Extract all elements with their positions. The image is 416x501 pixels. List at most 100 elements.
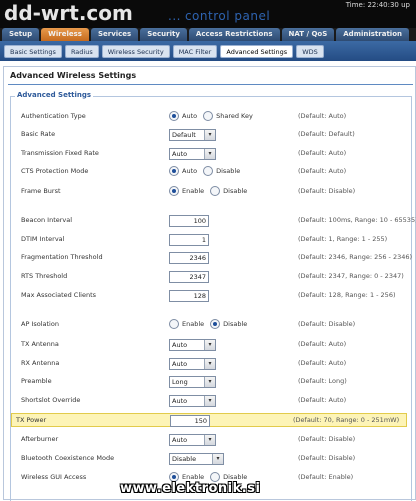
afterburner-control: Auto ▾ bbox=[169, 433, 216, 447]
cts-protection-mode-radio-auto[interactable] bbox=[169, 166, 179, 176]
ap-isolation-radio-group: Enable Disable bbox=[169, 319, 253, 329]
shortslot-override-control: Auto ▾ bbox=[169, 394, 216, 408]
subtab-wds[interactable]: WDS bbox=[296, 45, 324, 58]
subtab-mac-filter[interactable]: MAC Filter bbox=[172, 45, 218, 58]
tx-antenna-select-value: Auto bbox=[172, 341, 188, 349]
authentication-type-label: Authentication Type bbox=[21, 112, 86, 120]
frame-burst-radio-enable-label: Enable bbox=[182, 187, 205, 195]
fragmentation-threshold-label: Fragmentation Threshold bbox=[21, 253, 103, 261]
shortslot-override-default-hint: (Default: Auto) bbox=[298, 396, 347, 404]
rts-threshold-control: 2347 bbox=[169, 270, 209, 284]
rx-antenna-label: RX Antenna bbox=[21, 359, 60, 367]
setting-row-beacon-interval: Beacon Interval 100 (Default: 100ms, Range… bbox=[17, 214, 416, 228]
tab-access-restrictions[interactable]: Access Restrictions bbox=[188, 28, 280, 41]
setting-row-fragmentation-threshold: Fragmentation Threshold 2346 (Default: 234… bbox=[17, 251, 412, 265]
setting-row-tx-antenna: TX Antenna Auto ▾ (Default: Auto) bbox=[17, 338, 407, 352]
shortslot-override-select[interactable]: Auto ▾ bbox=[169, 395, 216, 407]
chevron-down-icon: ▾ bbox=[204, 396, 215, 406]
rx-antenna-select[interactable]: Auto ▾ bbox=[169, 358, 216, 370]
ap-isolation-label: AP Isolation bbox=[21, 320, 59, 328]
preamble-control: Long ▾ bbox=[169, 375, 216, 389]
cts-protection-mode-default-hint: (Default: Auto) bbox=[298, 167, 347, 175]
authentication-type-default-hint: (Default: Auto) bbox=[298, 112, 347, 120]
ap-isolation-radio-disable[interactable] bbox=[210, 319, 221, 329]
frame-burst-radio-enable[interactable] bbox=[169, 186, 179, 196]
authentication-type-radio-auto[interactable] bbox=[169, 111, 179, 121]
chevron-down-icon: ▾ bbox=[204, 340, 215, 350]
basic-rate-label: Basic Rate bbox=[21, 130, 56, 138]
chevron-down-icon: ▾ bbox=[204, 149, 215, 159]
authentication-type-radio-shared-key[interactable] bbox=[203, 111, 214, 121]
shortslot-override-select-value: Auto bbox=[172, 397, 188, 405]
dtim-interval-default-hint: (Default: 1, Range: 1 - 255) bbox=[298, 235, 388, 243]
chevron-down-icon: ▾ bbox=[204, 130, 215, 140]
transmission-fixed-rate-select-value: Auto bbox=[172, 150, 188, 158]
title-divider bbox=[8, 84, 413, 85]
fragmentation-threshold-default-hint: (Default: 2346, Range: 256 - 2346) bbox=[298, 253, 413, 261]
max-associated-clients-control: 128 bbox=[169, 289, 209, 303]
control-panel-subtitle: ... control panel bbox=[168, 8, 270, 24]
wireless-gui-access-radio-enable-label: Enable bbox=[182, 473, 205, 481]
basic-rate-default-hint: (Default: Default) bbox=[298, 130, 355, 138]
setting-row-rts-threshold: RTS Threshold 2347 (Default: 2347, Range: … bbox=[17, 270, 407, 284]
advanced-settings-fieldset: Advanced Settings Authentication Type Aut… bbox=[10, 91, 416, 501]
tab-setup[interactable]: Setup bbox=[2, 28, 40, 41]
rx-antenna-control: Auto ▾ bbox=[169, 357, 216, 371]
bluetooth-coexistence-mode-select-value: Disable bbox=[172, 455, 197, 463]
dtim-interval-label: DTIM Interval bbox=[21, 235, 65, 243]
preamble-select[interactable]: Long ▾ bbox=[169, 376, 216, 388]
tx-antenna-control: Auto ▾ bbox=[169, 338, 216, 352]
frame-burst-radio-disable[interactable] bbox=[210, 186, 221, 196]
subtab-wireless-security[interactable]: Wireless Security bbox=[101, 45, 170, 58]
uptime-clock: Time: 22:40:30 up bbox=[345, 1, 410, 9]
tab-services[interactable]: Services bbox=[90, 28, 139, 41]
cts-protection-mode-radio-disable[interactable] bbox=[203, 166, 214, 176]
wireless-gui-access-radio-disable-label: Disable bbox=[223, 473, 248, 481]
tab-nat-qos[interactable]: NAT / QoS bbox=[281, 28, 335, 41]
authentication-type-control: Auto Shared Key bbox=[169, 110, 259, 124]
frame-burst-radio-group: Enable Disable bbox=[169, 186, 253, 196]
setting-row-afterburner: Afterburner Auto ▾ (Default: Disable) bbox=[17, 433, 407, 447]
max-associated-clients-input[interactable]: 128 bbox=[169, 290, 209, 302]
ap-isolation-radio-enable-label: Enable bbox=[182, 320, 205, 328]
rts-threshold-input[interactable]: 2347 bbox=[169, 271, 209, 283]
frame-burst-label: Frame Burst bbox=[21, 187, 61, 195]
header-banner: dd-wrt.com ... control panel Time: 22:40:… bbox=[0, 0, 416, 28]
main-nav-tabs: Setup Wireless Services Security Access Rest… bbox=[0, 28, 416, 41]
subtab-radius[interactable]: Radius bbox=[64, 45, 99, 58]
frame-burst-default-hint: (Default: Disable) bbox=[298, 187, 356, 195]
preamble-label: Preamble bbox=[21, 377, 52, 385]
tab-security[interactable]: Security bbox=[140, 28, 187, 41]
setting-row-authentication-type: Authentication Type Auto Shared Key (Defaul… bbox=[17, 110, 407, 124]
bluetooth-coexistence-mode-control: Disable ▾ bbox=[169, 452, 224, 466]
beacon-interval-control: 100 bbox=[169, 214, 209, 228]
subtab-advanced-settings[interactable]: Advanced Settings bbox=[220, 45, 294, 58]
chevron-down-icon: ▾ bbox=[212, 454, 223, 464]
beacon-interval-input[interactable]: 100 bbox=[169, 215, 209, 227]
basic-rate-select[interactable]: Default ▾ bbox=[169, 129, 216, 141]
afterburner-select[interactable]: Auto ▾ bbox=[169, 434, 216, 446]
afterburner-label: Afterburner bbox=[21, 435, 59, 443]
fragmentation-threshold-input[interactable]: 2346 bbox=[169, 252, 209, 264]
transmission-fixed-rate-select[interactable]: Auto ▾ bbox=[169, 148, 216, 160]
max-associated-clients-label: Max Associated Clients bbox=[21, 291, 97, 299]
ap-isolation-control: Enable Disable bbox=[169, 318, 253, 332]
cts-protection-mode-radio-auto-label: Auto bbox=[182, 167, 198, 175]
setting-row-ap-isolation: AP Isolation Enable Disable (Default: Disab… bbox=[17, 318, 407, 332]
setting-row-dtim-interval: DTIM Interval 1 (Default: 1, Range: 1 - 25… bbox=[17, 233, 407, 247]
content-panel: Advanced Wireless Settings Advanced Sett… bbox=[3, 66, 416, 501]
tx-antenna-select[interactable]: Auto ▾ bbox=[169, 339, 216, 351]
basic-rate-select-value: Default bbox=[172, 131, 196, 139]
fragmentation-threshold-control: 2346 bbox=[169, 251, 209, 265]
subtab-basic-settings[interactable]: Basic Settings bbox=[4, 45, 62, 58]
bluetooth-coexistence-mode-select[interactable]: Disable ▾ bbox=[169, 453, 224, 465]
tab-wireless[interactable]: Wireless bbox=[41, 28, 89, 41]
ap-isolation-radio-enable[interactable] bbox=[169, 319, 179, 329]
transmission-fixed-rate-control: Auto ▾ bbox=[169, 147, 216, 161]
setting-row-shortslot-override: Shortslot Override Auto ▾ (Default: Auto) bbox=[17, 394, 407, 408]
tx-antenna-label: TX Antenna bbox=[21, 340, 59, 348]
tab-administration[interactable]: Administration bbox=[336, 28, 409, 41]
dtim-interval-input[interactable]: 1 bbox=[169, 234, 209, 246]
tx-power-input[interactable]: 150 bbox=[170, 415, 210, 427]
dtim-interval-control: 1 bbox=[169, 233, 209, 247]
